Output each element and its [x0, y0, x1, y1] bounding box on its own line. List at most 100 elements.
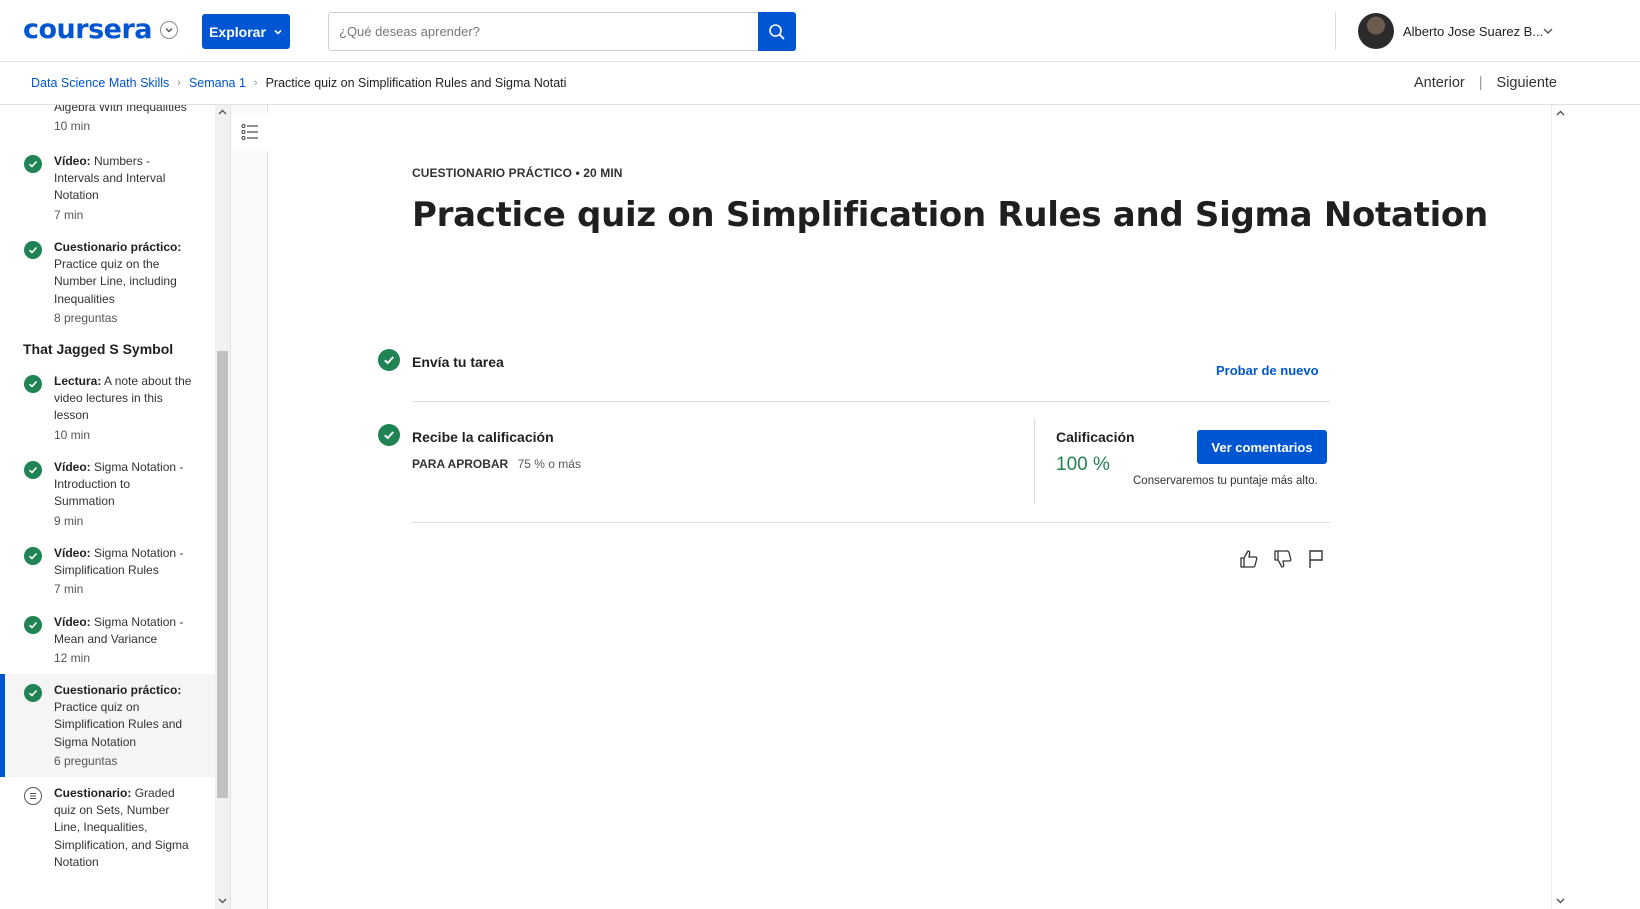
passing-requirement: PARA APROBAR 75 % o más: [412, 457, 581, 471]
retry-link[interactable]: Probar de nuevo: [1216, 363, 1319, 378]
pass-label: PARA APROBAR: [412, 457, 509, 471]
check-circle-icon: [24, 547, 42, 565]
sidebar-item-text: Vídeo: Sigma Notation - Introduction to …: [54, 459, 194, 530]
sidebar-item-type: Cuestionario práctico:: [54, 240, 182, 254]
sidebar-item[interactable]: Vídeo: Numbers - Intervals and Interval …: [0, 153, 215, 231]
sidebar-item[interactable]: Vídeo: Sigma Notation - Mean and Varianc…: [0, 614, 215, 674]
grade-value: 100 %: [1056, 454, 1110, 475]
chevron-down-icon: [274, 29, 282, 35]
sidebar-item-type: Cuestionario:: [54, 786, 132, 800]
chevron-right-icon: ›: [253, 77, 258, 89]
sidebar-item-active[interactable]: Cuestionario práctico: Practice quiz on …: [0, 674, 215, 777]
chevron-down-icon[interactable]: [160, 21, 178, 39]
explore-button[interactable]: Explorar: [202, 14, 290, 49]
main-scrollbar[interactable]: [1551, 105, 1568, 909]
page-title: Practice quiz on Simplification Rules an…: [412, 195, 1488, 235]
sidebar-item-meta: 7 min: [54, 207, 84, 222]
search-button[interactable]: [758, 12, 796, 51]
sidebar-item[interactable]: Vídeo: Sigma Notation - Simplification R…: [0, 545, 215, 605]
step-grade-title: Recibe la calificación: [412, 429, 554, 445]
view-feedback-button[interactable]: Ver comentarios: [1197, 430, 1327, 464]
sidebar-item[interactable]: Cuestionario: Graded quiz on Sets, Numbe…: [0, 785, 215, 909]
sidebar-item[interactable]: Vídeo: Sigma Notation - Introduction to …: [0, 459, 215, 537]
course-sidebar: Algebra With Inequalities 10 min Vídeo: …: [0, 105, 215, 909]
search-input[interactable]: [329, 13, 758, 50]
sidebar-item-label: Practice quiz on the Number Line, includ…: [54, 257, 177, 306]
sidebar-item-type: Vídeo:: [54, 615, 91, 629]
breadcrumb-current: Practice quiz on Simplification Rules an…: [265, 76, 567, 90]
sidebar-scrollbar[interactable]: [215, 105, 230, 909]
sidebar-item-label: Algebra With Inequalities: [54, 105, 187, 114]
sidebar-item-text: Algebra With Inequalities 10 min: [54, 105, 194, 135]
search-bar: [328, 12, 796, 51]
sidebar-item-text: Cuestionario práctico: Practice quiz on …: [54, 682, 194, 770]
nav-divider: |: [1478, 75, 1483, 91]
grade-note: Conservaremos tu puntaje más alto.: [1133, 475, 1318, 487]
sidebar-item-type: Lectura:: [54, 374, 102, 388]
step-submit-title: Envía tu tarea: [412, 354, 504, 370]
sidebar-item-meta: 6 preguntas: [54, 753, 118, 768]
explore-label: Explorar: [209, 23, 266, 40]
avatar[interactable]: [1358, 13, 1394, 49]
breadcrumb: Data Science Math Skills › Semana 1 › Pr…: [31, 76, 566, 90]
sidebar-item-meta: 7 min: [54, 582, 84, 597]
scroll-down-icon[interactable]: [1556, 896, 1565, 905]
thumbs-up-icon[interactable]: [1239, 549, 1259, 569]
feedback-icons: [1239, 549, 1325, 569]
sidebar-item[interactable]: Lectura: A note about the video lectures…: [0, 373, 215, 451]
check-circle-icon: [378, 424, 400, 446]
sidebar-item-text: Cuestionario práctico: Practice quiz on …: [54, 239, 194, 327]
chevron-down-icon[interactable]: [1541, 24, 1555, 38]
sidebar-item-label: Practice quiz on Simplification Rules an…: [54, 700, 183, 749]
check-circle-icon: [24, 684, 42, 702]
sidebar-item-text: Vídeo: Sigma Notation - Mean and Varianc…: [54, 614, 194, 668]
sidebar-item[interactable]: Cuestionario práctico: Practice quiz on …: [0, 239, 215, 335]
search-icon: [769, 23, 785, 40]
thumbs-down-icon[interactable]: [1273, 549, 1293, 569]
scroll-up-icon[interactable]: [218, 108, 227, 117]
toggle-outline-button[interactable]: [232, 113, 268, 151]
item-type-label: CUESTIONARIO PRÁCTICO • 20 MIN: [412, 166, 623, 180]
sidebar-item-type: Vídeo:: [54, 154, 91, 168]
prev-next-nav: Anterior | Siguiente: [1414, 75, 1557, 91]
sidebar-item-text: Vídeo: Numbers - Intervals and Interval …: [54, 153, 194, 224]
next-link[interactable]: Siguiente: [1497, 75, 1557, 91]
flag-icon[interactable]: [1307, 549, 1325, 569]
coursera-logo[interactable]: coursera: [23, 14, 153, 45]
sidebar-item-meta: 10 min: [54, 427, 91, 442]
sidebar-item-text: Cuestionario: Graded quiz on Sets, Numbe…: [54, 785, 194, 871]
sidebar-item-meta: 8 preguntas: [54, 310, 118, 325]
sidebar-item-text: Vídeo: Sigma Notation - Simplification R…: [54, 545, 194, 599]
list-icon: [241, 124, 258, 140]
previous-link[interactable]: Anterior: [1414, 75, 1465, 91]
user-name[interactable]: Alberto Jose Suarez B...: [1403, 24, 1543, 39]
sidebar-item-type: Vídeo:: [54, 460, 91, 474]
chevron-right-icon: ›: [177, 77, 181, 89]
scroll-down-icon[interactable]: [218, 896, 227, 905]
check-circle-icon: [24, 461, 42, 479]
divider: [412, 401, 1330, 402]
divider: [412, 522, 1330, 523]
sidebar-item-type: Cuestionario práctico:: [54, 683, 182, 697]
header-divider: [1335, 12, 1336, 50]
sidebar-item-type: Vídeo:: [54, 546, 91, 560]
grade-label: Calificación: [1056, 429, 1135, 445]
check-circle-icon: [24, 375, 42, 393]
breadcrumb-week[interactable]: Semana 1: [189, 76, 246, 90]
sidebar-item-meta: 9 min: [54, 513, 84, 528]
quiz-icon: [24, 787, 42, 805]
breadcrumb-bar: Data Science Math Skills › Semana 1 › Pr…: [0, 62, 1640, 105]
sidebar-item-text: Lectura: A note about the video lectures…: [54, 373, 194, 444]
scroll-up-icon[interactable]: [1556, 109, 1565, 118]
check-circle-icon: [378, 349, 400, 371]
check-circle-icon: [24, 155, 42, 173]
sidebar-item-meta: 12 min: [54, 651, 91, 666]
sidebar-item[interactable]: Algebra With Inequalities 10 min: [0, 105, 215, 139]
check-circle-icon: [24, 616, 42, 634]
sidebar-section-title: That Jagged S Symbol: [23, 341, 174, 357]
scrollbar-thumb[interactable]: [217, 351, 228, 798]
top-header: coursera Explorar Alberto Jose Suarez B.…: [0, 0, 1640, 62]
breadcrumb-course[interactable]: Data Science Math Skills: [31, 76, 169, 90]
divider: [1034, 418, 1035, 504]
check-circle-icon: [24, 241, 42, 259]
